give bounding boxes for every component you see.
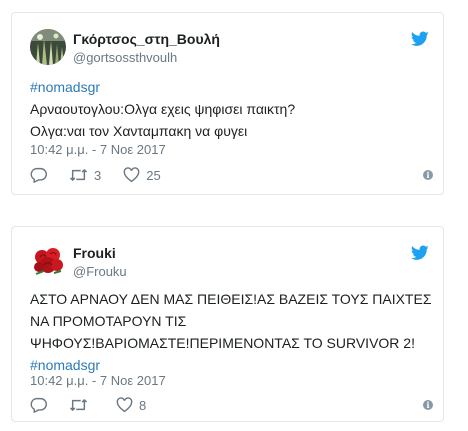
reply-button[interactable] [30,167,47,183]
info-icon[interactable]: i [423,170,433,180]
reply-icon [30,397,47,413]
author-name[interactable]: Frouki [73,245,116,261]
action-bar: 3 25 [30,165,183,185]
retweet-icon [69,167,88,183]
retweet-count: 3 [94,167,102,183]
twitter-bird-icon[interactable] [410,31,429,47]
like-button[interactable]: 8 [116,397,146,413]
retweet-button[interactable]: 3 [69,167,101,183]
reply-button[interactable] [30,397,47,413]
reply-icon [30,167,47,183]
tweet-text-line: ΑΣΤΟ ΑΡΝΑΟΥ ΔΕΝ ΜΑΣ ΠΕΙΘΕΙΣ!ΑΣ ΒΑΖΕΙΣ ΤΟ… [30,291,432,307]
timestamp[interactable]: 10:42 μ.μ. - 7 Νοε 2017 [30,142,166,157]
tweet-text-line: Αρναουτογλου:Ολγα εχεις ψηφισει παικτη? [30,101,296,117]
tweet-text-line: Ολγα:ναι τον Χανταμπακη να φυγει [30,123,248,139]
timestamp[interactable]: 10:42 μ.μ. - 7 Νοε 2017 [30,373,166,388]
tweet-text-line: ΝΑ ΠΡΟΜΟΤΑΡΟΥΝ ΤΙΣ [30,313,187,329]
like-button[interactable]: 25 [123,167,161,183]
avatar[interactable] [30,29,66,65]
like-icon [116,397,133,413]
retweet-button[interactable] [69,397,94,413]
like-count: 25 [146,167,161,183]
author-handle[interactable]: @gortsossthvoulh [73,50,177,65]
like-icon [123,167,140,183]
author-handle[interactable]: @Frouku [73,264,127,279]
tweet-card[interactable]: Γκόρτσος_στη_Βουλή @gortsossthvoulh #nom… [11,12,444,195]
twitter-bird-icon[interactable] [410,245,429,261]
action-bar: 8 [30,395,168,415]
info-icon[interactable]: i [423,400,433,410]
hashtag-link[interactable]: #nomadsgr [30,355,100,375]
tweet-card[interactable]: Frouki @Frouku ΑΣΤΟ ΑΡΝΑΟΥ ΔΕΝ ΜΑΣ ΠΕΙΘΕ… [11,226,444,422]
avatar[interactable] [30,243,66,279]
author-name[interactable]: Γκόρτσος_στη_Βουλή [73,31,220,47]
tweet-text-line: ΨΗΦΟΥΣ!ΒΑΡΙΟΜΑΣΤΕ!ΠΕΡΙΜΕΝΟΝΤΑΣ ΤΟ SURVIV… [30,335,415,351]
hashtag-link[interactable]: #nomadsgr [30,77,100,97]
like-count: 8 [139,397,147,413]
retweet-icon [69,397,88,413]
